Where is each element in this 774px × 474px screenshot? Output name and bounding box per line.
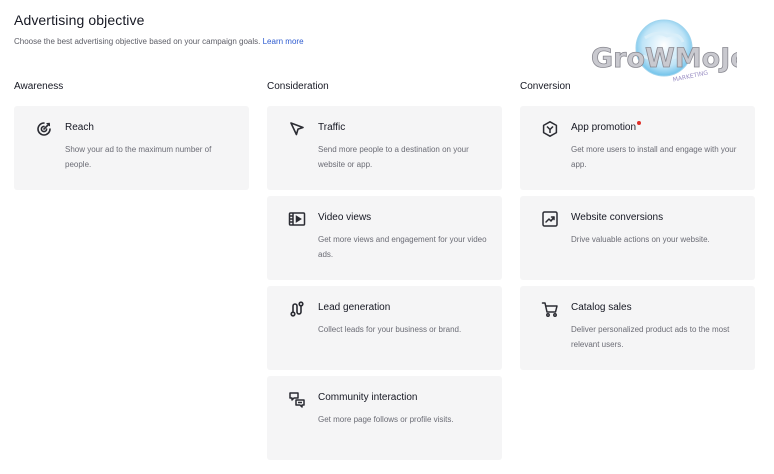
objective-name-text: App promotion <box>571 122 637 133</box>
conversion-chart-icon <box>541 210 559 228</box>
column-heading-conversion: Conversion <box>520 81 571 92</box>
objective-card-video-views[interactable]: Video views Get more views and engagemen… <box>267 196 502 280</box>
objective-card-traffic[interactable]: Traffic Send more people to a destinatio… <box>267 106 502 190</box>
objective-name: Community interaction <box>318 392 418 403</box>
reach-icon <box>35 120 53 138</box>
subtitle-text: Choose the best advertising objective ba… <box>14 37 261 46</box>
objective-card-app-promotion[interactable]: App promotion Get more users to install … <box>520 106 755 190</box>
objective-name: Traffic <box>318 122 346 133</box>
objective-description: Drive valuable actions on your website. <box>571 235 710 244</box>
column-consideration: Consideration Traffic Send more people t… <box>267 81 502 466</box>
column-heading-awareness: Awareness <box>14 81 64 92</box>
objective-card-reach[interactable]: Reach Show your ad to the maximum number… <box>14 106 249 190</box>
objective-name: App promotion <box>571 121 642 133</box>
objective-description: Get more views and engagement for your v… <box>318 235 487 259</box>
objective-card-community-interaction[interactable]: Community interaction Get more page foll… <box>267 376 502 460</box>
objective-description: Get more page follows or profile visits. <box>318 415 454 424</box>
objective-name: Lead generation <box>318 302 391 313</box>
objective-description: Collect leads for your business or brand… <box>318 325 462 334</box>
lead-funnel-icon <box>288 300 306 318</box>
column-heading-consideration: Consideration <box>267 81 329 92</box>
objective-description: Get more users to install and engage wit… <box>571 145 737 169</box>
video-icon <box>288 210 306 228</box>
objective-description: Deliver personalized product ads to the … <box>571 325 730 349</box>
column-awareness: Awareness Reach Show your ad to the maxi… <box>14 81 249 196</box>
objective-description: Show your ad to the maximum number of pe… <box>65 145 212 169</box>
objective-name: Website conversions <box>571 212 664 223</box>
app-cube-icon <box>541 120 559 138</box>
growmojo-logo: GroWMoJo MARKETING <box>587 18 749 90</box>
objective-name: Reach <box>65 122 94 133</box>
community-icon <box>288 390 306 408</box>
objective-name: Catalog sales <box>571 302 632 313</box>
learn-more-link[interactable]: Learn more <box>263 37 304 46</box>
objective-card-catalog-sales[interactable]: Catalog sales Deliver personalized produ… <box>520 286 755 370</box>
page-title: Advertising objective <box>14 12 145 28</box>
objective-card-website-conversions[interactable]: Website conversions Drive valuable actio… <box>520 196 755 280</box>
column-conversion: Conversion App promotion Get more users … <box>520 81 755 376</box>
new-badge-dot <box>637 121 642 125</box>
objective-name: Video views <box>318 212 372 223</box>
page-subtitle: Choose the best advertising objective ba… <box>14 37 304 46</box>
cursor-arrow-icon <box>288 120 306 138</box>
logo-text: GroWMoJo <box>591 43 737 74</box>
objective-card-lead-generation[interactable]: Lead generation Collect leads for your b… <box>267 286 502 370</box>
page-header: Advertising objective Choose the best ad… <box>14 12 304 46</box>
objective-description: Send more people to a destination on you… <box>318 145 469 169</box>
shopping-cart-icon <box>541 300 559 318</box>
